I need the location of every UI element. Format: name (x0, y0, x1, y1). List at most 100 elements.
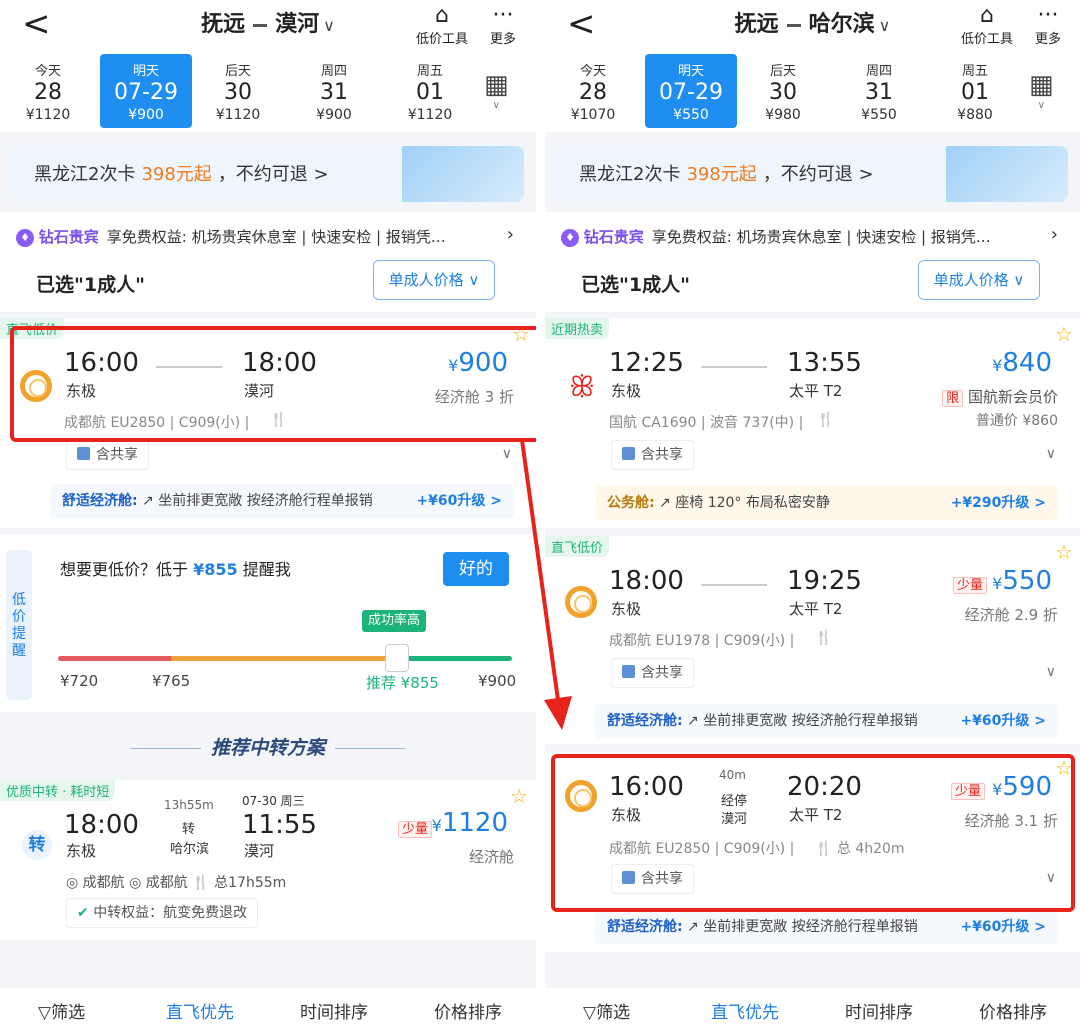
upgrade-bar[interactable]: 舒适经济舱: ↗ 坐前排更宽敞 按经济舱行程单报销 +¥60升级 > (50, 484, 514, 518)
chevron-right-icon[interactable]: › (507, 224, 514, 245)
chevron-right-icon[interactable]: › (1051, 224, 1058, 245)
transfer-label: 转 (182, 822, 196, 837)
filter-button[interactable]: ▽筛选 (583, 998, 630, 1023)
flight-card[interactable]: 近期热卖 ☆ ꕥ 12:25 东极 13:55 太平 T2 ¥840 限 国航新… (545, 318, 1080, 528)
chevron-down-icon[interactable]: ∨ (502, 446, 512, 462)
slider-label: ¥765 (152, 672, 191, 690)
more-label: 更多 (490, 32, 517, 47)
more-icon: ··· (1037, 3, 1059, 28)
filter-button[interactable]: ▽筛选 (38, 998, 85, 1023)
chevron-down-icon[interactable]: ∨ (1046, 446, 1056, 462)
price-slider-track[interactable] (58, 656, 512, 661)
upgrade-button[interactable]: +¥60升级 > (954, 704, 1046, 738)
calendar-icon[interactable]: ▦ ∨ (1029, 70, 1054, 111)
upgrade-label: 舒适经济舱: (607, 919, 683, 935)
date-day: 01 (961, 80, 989, 105)
more-button[interactable]: ··· 更多 (1035, 3, 1061, 48)
direct-first-button[interactable]: 直飞优先 (166, 998, 234, 1023)
price-tool-button[interactable]: ⌂ 低价工具 (416, 4, 468, 48)
chevron-down-icon[interactable]: ∨ (1046, 664, 1056, 680)
codeshare-label: 含共享 (641, 447, 683, 463)
promo-note: ，不约可退 > (762, 164, 874, 185)
ok-button[interactable]: 好的 (443, 552, 509, 586)
upgrade-bar[interactable]: 舒适经济舱: ↗ 坐前排更宽敞 按经济舱行程单报销 +¥60升级 > (595, 704, 1058, 738)
date-price: ¥1120 (25, 107, 71, 123)
upgrade-bar[interactable]: 公务舱: ↗ 座椅 120° 布局私密安静 +¥290升级 > (595, 486, 1058, 520)
route-dash (253, 23, 268, 27)
more-icon: ··· (492, 3, 514, 28)
price-slider-handle[interactable] (385, 644, 409, 672)
promo-note: ，不约可退 > (217, 164, 329, 185)
chevron-down-icon: ∨ (323, 16, 335, 35)
time-sort-button[interactable]: 时间排序 (300, 998, 368, 1023)
transfer-price: ¥1120 (431, 808, 508, 838)
price-tool-button[interactable]: ⌂ 低价工具 (961, 4, 1013, 48)
promo-banner[interactable]: 黑龙江2次卡 398元起 ，不约可退 > (10, 146, 524, 202)
price-type-button[interactable]: 单成人价格 ∨ (373, 260, 495, 300)
codeshare-chip[interactable]: 含共享 (611, 440, 694, 470)
flight-tag: 直飞低价 (545, 536, 610, 557)
more-button[interactable]: ··· 更多 (490, 3, 517, 48)
date-tab[interactable]: 今天 28 ¥1070 (547, 54, 639, 128)
slider-label-recommended: 推荐 ¥855 (366, 674, 439, 692)
filter-label: 筛选 (51, 1003, 86, 1023)
vip-section: ♦ 钻石贵宾 享免费权益: 机场贵宾休息室 | 快速安检 | 报销凭… › 已选"… (545, 212, 1080, 312)
upgrade-bar[interactable]: 舒适经济舱: ↗ 坐前排更宽敞 按经济舱行程单报销 +¥60升级 > (595, 910, 1058, 944)
star-icon[interactable]: ☆ (1055, 540, 1073, 564)
section-heading: 推荐中转方案 (0, 720, 536, 776)
codeshare-chip[interactable]: 含共享 (611, 658, 694, 688)
vip-benefits[interactable]: ♦ 钻石贵宾 享免费权益: 机场贵宾休息室 | 快速安检 | 报销凭… (561, 226, 991, 247)
star-icon[interactable]: ☆ (1055, 322, 1073, 346)
star-icon[interactable]: ☆ (510, 784, 528, 808)
date-tab[interactable]: 周五 01 ¥880 (929, 54, 1021, 128)
upgrade-text: 坐前排更宽敞 按经济舱行程单报销 (703, 919, 918, 935)
date-tab[interactable]: 周五 01 ¥1120 (384, 54, 476, 128)
date-tab-selected[interactable]: 明天 07-29 ¥900 (100, 54, 192, 128)
airline-info: 国航 CA1690 | 波音 737(中) | (609, 415, 804, 431)
airplane-image (946, 146, 1068, 202)
date-tabs: 今天 28 ¥1070 明天 07-29 ¥550 后天 30 ¥980 周四 31 ¥550 … (545, 54, 1005, 128)
price-alert: 低价提醒 想要更低价？低于 ¥855 提醒我 好的 成功率高 ¥720 ¥765… (0, 534, 536, 712)
vip-benefits[interactable]: ♦ 钻石贵宾 享免费权益: 机场贵宾休息室 | 快速安检 | 报销凭… (16, 226, 446, 247)
departure-time: 12:25 (609, 348, 684, 378)
price-sort-button[interactable]: 价格排序 (979, 998, 1047, 1023)
flight-card[interactable]: 直飞低价 ☆ 18:00 东极 19:25 太平 T2 少量 ¥550 经济舱 … (545, 536, 1080, 744)
date-tab[interactable]: 周四 31 ¥900 (288, 54, 380, 128)
date-tab[interactable]: 后天 30 ¥980 (737, 54, 829, 128)
upgrade-text: 坐前排更宽敞 按经济舱行程单报销 (703, 713, 918, 729)
price-sort-button[interactable]: 价格排序 (434, 998, 502, 1023)
codeshare-chip[interactable]: 含共享 (66, 440, 149, 470)
upgrade-button[interactable]: +¥60升级 > (410, 484, 502, 518)
date-tab[interactable]: 周四 31 ¥550 (833, 54, 925, 128)
date-week: 明天 (677, 64, 704, 79)
header: < 抚远 漠河 ∨ ⌂ 低价工具 ··· 更多 今天 28 ¥1120 明天 07-29 ¥90… (0, 0, 536, 132)
calendar-icon[interactable]: ▦ ∨ (484, 70, 509, 111)
check-icon: ✔ (77, 905, 89, 921)
transfer-icon: 转 (22, 830, 52, 860)
filter-icon: ▽ (38, 1003, 52, 1023)
member-tag: 限 (942, 390, 964, 407)
promo-title: 黑龙江2次卡 (34, 164, 136, 185)
date-tab[interactable]: 后天 30 ¥1120 (192, 54, 284, 128)
cabin-discount: 经济舱 2.9 折 (964, 606, 1058, 624)
date-tab-selected[interactable]: 明天 07-29 ¥550 (645, 54, 737, 128)
date-week: 周五 (961, 64, 988, 79)
upgrade-text: 坐前排更宽敞 按经济舱行程单报销 (158, 493, 373, 509)
route-dash (786, 23, 801, 27)
upgrade-button[interactable]: +¥60升级 > (954, 910, 1046, 944)
origin-city: 抚远 (734, 12, 779, 37)
promo-banner[interactable]: 黑龙江2次卡 398元起 ，不约可退 > (555, 146, 1068, 202)
transfer-benefit[interactable]: ✔ 中转权益：航变免费退改 (66, 898, 259, 928)
upgrade-button[interactable]: +¥290升级 > (944, 486, 1046, 520)
codeshare-icon (622, 447, 635, 460)
time-sort-button[interactable]: 时间排序 (845, 998, 913, 1023)
promo-price: 398元起 (686, 164, 757, 185)
flight-line (701, 366, 767, 368)
direct-first-button[interactable]: 直飞优先 (711, 998, 779, 1023)
price-type-button[interactable]: 单成人价格 ∨ (918, 260, 1040, 300)
date-tab[interactable]: 今天 28 ¥1120 (2, 54, 94, 128)
date-day: 01 (416, 80, 444, 105)
date-price: ¥900 (316, 107, 352, 123)
transfer-card[interactable]: 优质中转 · 耗时短 ☆ 转 18:00 东极 13h55m 转 哈尔滨 07-… (0, 780, 536, 940)
left-panel: < 抚远 漠河 ∨ ⌂ 低价工具 ··· 更多 今天 28 ¥1120 明天 07-29 ¥90… (0, 0, 536, 1032)
